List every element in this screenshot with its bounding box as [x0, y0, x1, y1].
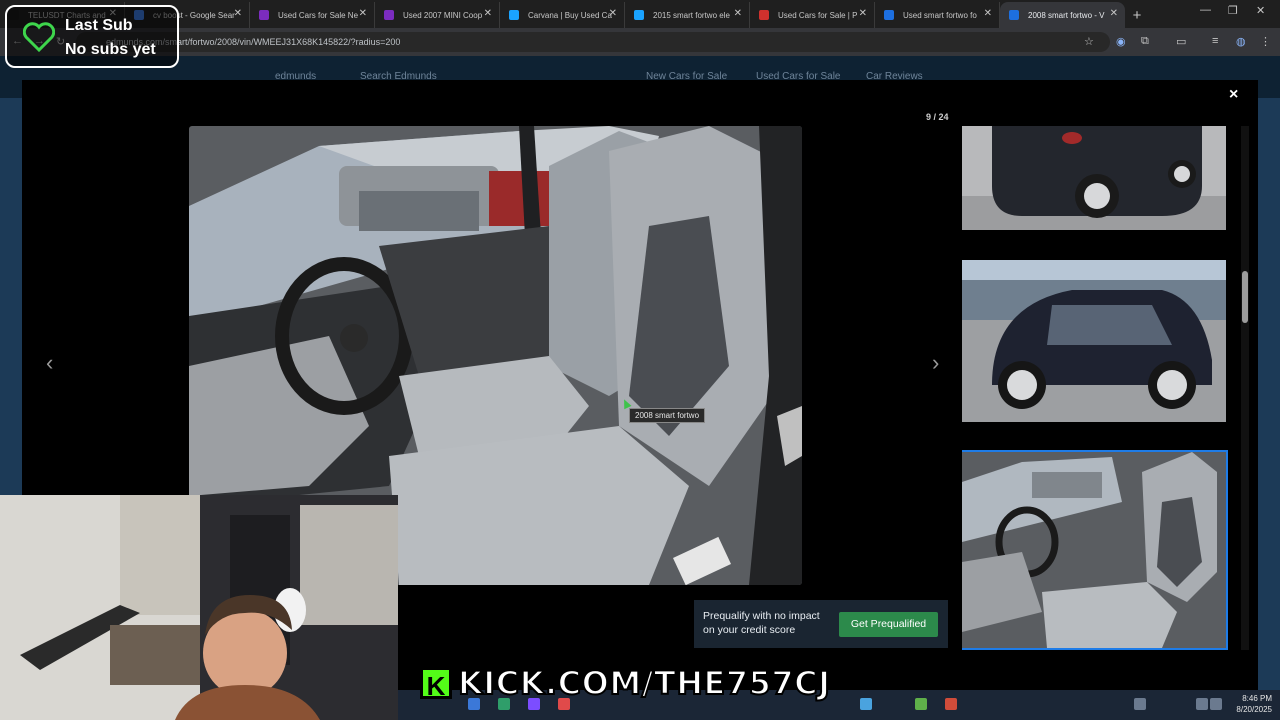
address-bar[interactable]: edmunds.com/smart/fortwo/2008/vin/WMEEJ3…	[76, 32, 1110, 52]
taskbar-app-icon[interactable]	[945, 698, 957, 710]
kick-logo: K	[420, 667, 452, 701]
browser-tab[interactable]: 2015 smart fortwo ele ✕	[625, 2, 750, 28]
tab-close-icon[interactable]: ✕	[859, 8, 867, 19]
tab-label: 2015 smart fortwo ele	[653, 10, 730, 20]
last-sub-label: Last Sub	[65, 17, 133, 34]
last-sub-value: No subs yet	[65, 41, 156, 58]
minimize-icon[interactable]: —	[1200, 4, 1211, 16]
browser-tab[interactable]: Used Cars for Sale Ne ✕	[250, 2, 375, 28]
tab-favicon-icon	[634, 10, 644, 20]
tray-chevron-icon[interactable]	[1134, 698, 1146, 710]
photo-counter: 9 / 24	[926, 112, 949, 122]
taskbar-app-icon[interactable]	[860, 698, 872, 710]
clock-date: 8/20/2025	[1236, 705, 1272, 714]
clock-time: 8:46 PM	[1242, 694, 1272, 703]
profile-icon[interactable]: ◍	[1236, 35, 1246, 48]
tab-close-icon[interactable]: ✕	[1110, 8, 1118, 19]
tab-close-icon[interactable]: ✕	[359, 8, 367, 19]
thumbnail-rear-view[interactable]	[962, 126, 1226, 230]
kick-banner: K KICK.COM/THE757CJ	[420, 662, 831, 704]
thumbnail-side-view[interactable]	[962, 260, 1226, 422]
tab-close-icon[interactable]: ✕	[234, 8, 242, 19]
tab-close-icon[interactable]: ✕	[984, 8, 992, 19]
tab-favicon-icon	[384, 10, 394, 20]
thumbnail-interior-view[interactable]	[962, 450, 1228, 650]
heart-icon	[23, 22, 55, 52]
close-icon[interactable]: ×	[1229, 86, 1238, 104]
tab-label: Used Cars for Sale Ne	[278, 10, 359, 20]
tab-label: Used Cars for Sale | P	[778, 10, 858, 20]
taskbar-clock[interactable]: 8:46 PM 8/20/2025	[1228, 693, 1272, 715]
browser-tab[interactable]: Carvana | Buy Used Ca ✕	[500, 2, 625, 28]
tab-strip: TELUSDT Charts and✕cv boost - Google Sea…	[0, 0, 1280, 28]
new-tab-button[interactable]: +	[1125, 2, 1149, 28]
last-sub-widget: Last Sub No subs yet	[5, 5, 179, 68]
browser-toolbar: ← → ↻ edmunds.com/smart/fortwo/2008/vin/…	[0, 28, 1280, 56]
bookmark-star-icon[interactable]: ☆	[1084, 35, 1094, 48]
tab-label: Carvana | Buy Used Ca	[528, 10, 612, 20]
browser-tab[interactable]: Used Cars for Sale | P ✕	[750, 2, 875, 28]
browser-tab[interactable]: 2008 smart fortwo - V ✕	[1000, 2, 1125, 28]
tab-label: Used smart fortwo fo	[903, 10, 977, 20]
get-prequalified-button[interactable]: Get Prequalified	[839, 612, 938, 637]
kick-url: KICK.COM/THE757CJ	[457, 663, 831, 703]
media-control-icon[interactable]: ≡	[1212, 35, 1218, 47]
tab-close-icon[interactable]: ✕	[484, 8, 492, 19]
screen: TELUSDT Charts and✕cv boost - Google Sea…	[0, 0, 1280, 720]
split-view-icon[interactable]: ▭	[1176, 35, 1186, 48]
extensions-puzzle-icon[interactable]: ⧉	[1141, 35, 1149, 48]
chevron-right-icon[interactable]: ›	[932, 350, 939, 376]
tab-favicon-icon	[509, 10, 519, 20]
browser-menu-icon[interactable]: ⋮	[1260, 35, 1271, 48]
xbox-icon[interactable]	[915, 698, 927, 710]
scrollbar-thumb[interactable]	[1242, 271, 1248, 323]
tab-close-icon[interactable]: ✕	[734, 8, 742, 19]
window-close-icon[interactable]: ✕	[1256, 4, 1265, 17]
photo-tooltip: 2008 smart fortwo	[629, 408, 706, 423]
tab-label: 2008 smart fortwo - V	[1028, 10, 1105, 20]
prequalify-banner: Prequalify with no impact on your credit…	[694, 600, 948, 648]
network-icon[interactable]	[1196, 698, 1208, 710]
webcam-overlay	[0, 495, 398, 720]
tab-close-icon[interactable]: ✕	[609, 8, 617, 19]
chevron-left-icon[interactable]: ‹	[46, 350, 53, 376]
thumbnail-list	[962, 126, 1240, 650]
tab-favicon-icon	[1009, 10, 1019, 20]
tab-label: Used 2007 MINI Coop	[403, 10, 483, 20]
tab-favicon-icon	[759, 10, 769, 20]
volume-icon[interactable]	[1210, 698, 1222, 710]
extension-icon[interactable]: ◉	[1116, 35, 1126, 48]
thumbnail-scrollbar[interactable]	[1241, 126, 1249, 650]
maximize-icon[interactable]: ❐	[1228, 4, 1238, 17]
browser-tab[interactable]: Used smart fortwo fo ✕	[875, 2, 1000, 28]
prequalify-text: Prequalify with no impact on your credit…	[703, 610, 820, 636]
tab-favicon-icon	[884, 10, 894, 20]
tab-favicon-icon	[259, 10, 269, 20]
browser-tab[interactable]: Used 2007 MINI Coop ✕	[375, 2, 500, 28]
